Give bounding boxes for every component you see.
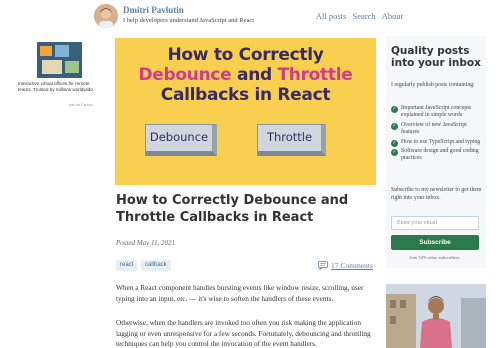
hero-word-and: and [237,65,272,85]
newsletter-intro: I regularly publish posts containing: [391,82,475,88]
comment-icon [318,261,328,270]
carbon-ad[interactable]: Interactive virtual offices for remote t… [14,38,102,123]
nav-search[interactable]: Search [352,11,375,21]
tag-react[interactable]: react [116,260,138,271]
subscribe-button[interactable]: Subscribe [391,235,479,250]
hero-line-1: How to Correctly [167,45,324,65]
check-icon: ✓ [391,106,398,113]
author-photo [386,284,486,348]
post-date: Posted May 11, 2021 [116,239,175,247]
ad-meta[interactable]: ads via Carbon [69,103,93,107]
ad-image[interactable] [37,42,82,78]
subscribers-count: Join 52% other subscribers. [409,255,461,260]
ad-text[interactable]: Interactive virtual offices for remote t… [18,81,98,93]
list-item: ✓ Important JavaScript concepts explained… [391,105,472,119]
hero-image: How to Correctly Debounce and Throttle C… [115,38,376,185]
check-icon: ✓ [391,139,398,147]
avatar[interactable] [94,4,118,28]
nav-about[interactable]: About [382,11,403,21]
comments-link[interactable]: 17 Comments [318,261,373,270]
article-paragraph-2: Otherwise, when the handlers are invoked… [116,318,371,348]
newsletter-heading: Quality posts into your inbox [391,45,481,69]
tag-callback[interactable]: callback [141,260,171,271]
site-header: Dmitri Pavlutin I help developers unders… [0,0,500,33]
hero-line-2: Debounce and Throttle [115,65,376,85]
throttle-key: Throttle [257,124,326,156]
site-tagline: I help developers understand JavaScript … [123,17,255,24]
list-item: ✓ Overview of new JavaScript features [391,121,467,136]
newsletter-subscribe-text: Subscribe to my newsletter to get them r… [391,187,482,201]
email-field[interactable]: Enter your email [391,216,479,230]
check-icon: ✓ [391,149,398,157]
article-title: How to Correctly Debounce and Throttle C… [116,193,349,225]
hero-word-throttle: Throttle [277,65,353,85]
comments-label[interactable]: 17 Comments [331,261,373,270]
hero-line-3: Callbacks in React [160,85,331,105]
main-nav: All posts Search About [312,11,403,21]
feature-list: ✓ Important JavaScript concepts explained… [391,105,483,165]
newsletter-box: Quality posts into your inbox I regularl… [386,36,486,268]
check-icon: ✓ [391,122,398,130]
nav-all-posts[interactable]: All posts [316,11,346,21]
list-item: ✓ Software design and good coding practic… [391,148,479,162]
article-paragraph-1: When a React component handles bursting … [116,283,364,303]
debounce-key: Debounce [145,124,217,156]
list-item: ✓ How to use TypeScript and typing [391,138,481,147]
site-title[interactable]: Dmitri Pavlutin [123,5,184,15]
hero-word-debounce: Debounce [138,65,232,85]
